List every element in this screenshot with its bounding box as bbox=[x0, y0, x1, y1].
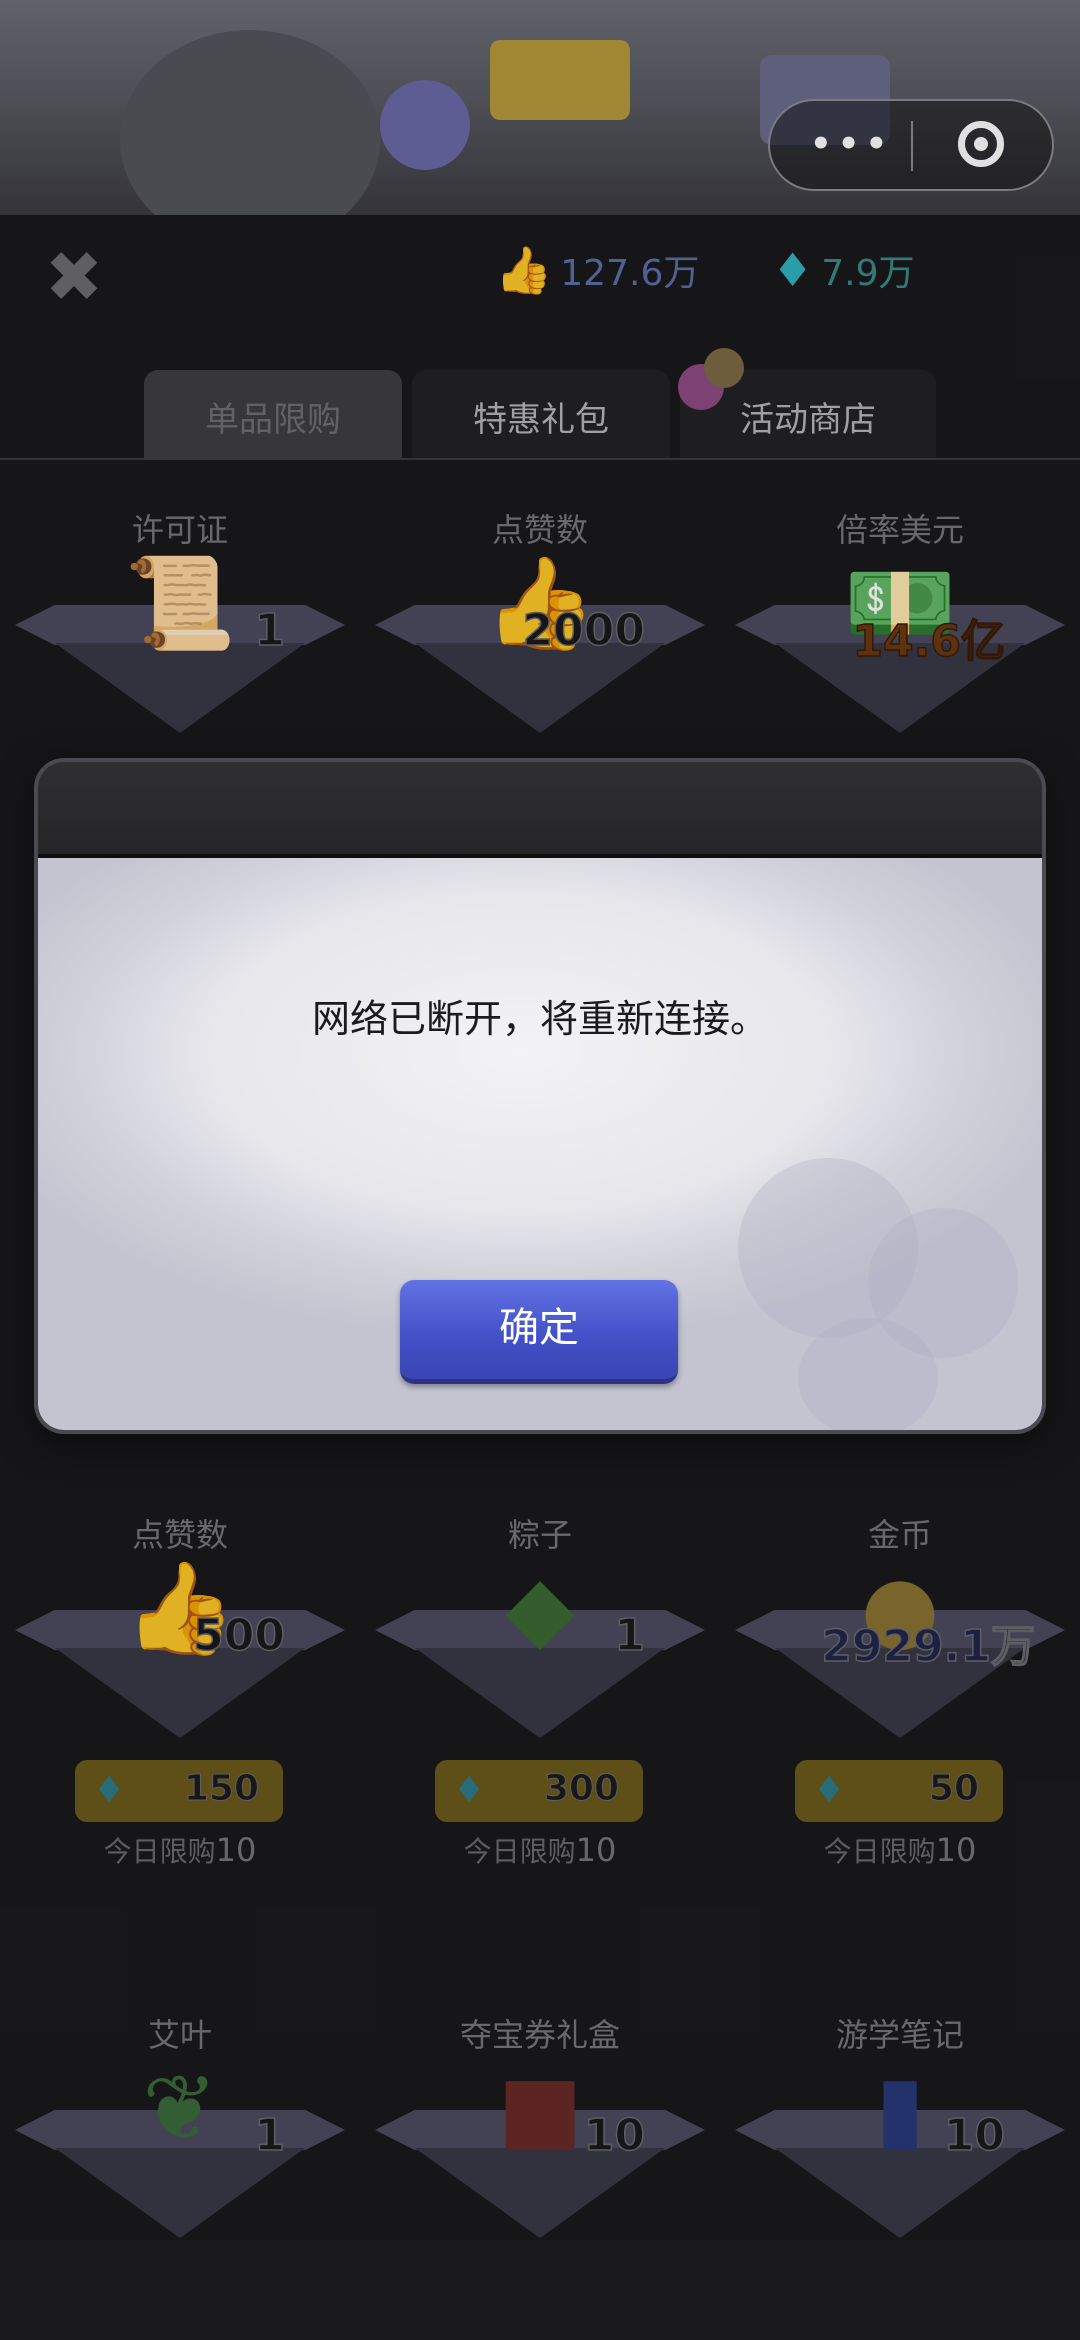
confirm-button[interactable]: 确定 bbox=[400, 1280, 678, 1384]
dialog-body: 网络已断开，将重新连接。 确定 bbox=[38, 854, 1042, 1430]
dialog-header bbox=[38, 762, 1042, 854]
network-error-dialog: 网络已断开，将重新连接。 确定 bbox=[38, 762, 1042, 1430]
decor-ring bbox=[798, 1318, 938, 1430]
dialog-message: 网络已断开，将重新连接。 bbox=[311, 997, 768, 1041]
